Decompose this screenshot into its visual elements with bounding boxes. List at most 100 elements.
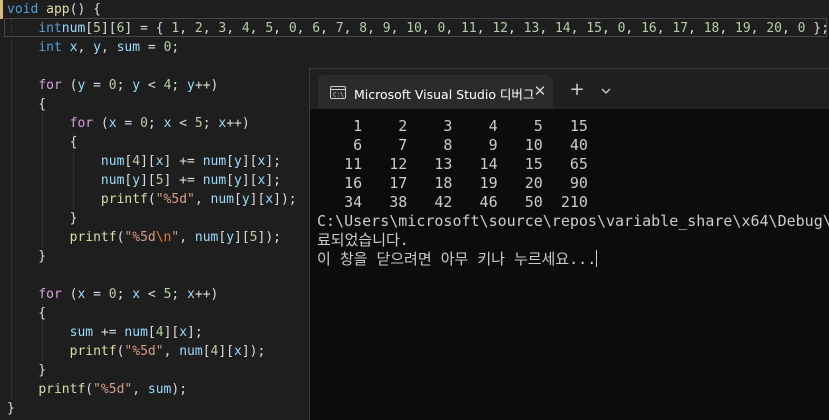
- code-token: num: [179, 344, 203, 359]
- code-token: 5: [93, 21, 101, 36]
- code-token: ] = {: [124, 21, 172, 36]
- code-token: 5: [265, 21, 274, 36]
- code-token: for: [69, 116, 94, 131]
- debug-console-window[interactable]: C:\ Microsoft Visual Studio 디버그 ✕ + 1 2 …: [309, 68, 829, 420]
- code-token: num: [100, 173, 125, 188]
- code-token: ][: [234, 230, 250, 245]
- code-line: for (x = 0; x < 5; x++): [7, 114, 250, 133]
- code-line: num[4][x] += num[y][x];: [7, 152, 281, 171]
- code-token: 17: [672, 21, 689, 36]
- code-token: ;: [171, 78, 188, 93]
- code-line: {: [7, 95, 46, 114]
- code-token: ][: [140, 154, 156, 169]
- code-token: ++): [194, 78, 219, 93]
- code-token: ] +=: [163, 154, 203, 169]
- code-token: () {: [69, 2, 101, 17]
- output-line: C:\Users\microsoft\source\repos\variable…: [317, 212, 829, 230]
- code-token: 11: [461, 21, 477, 36]
- code-token: <: [140, 287, 164, 302]
- code-line: sum += num[4][x];: [7, 323, 203, 342]
- code-token: y: [234, 154, 242, 169]
- code-token: [: [147, 325, 156, 340]
- code-token: 4: [132, 154, 141, 169]
- code-token: };: [805, 21, 829, 36]
- code-token: ,: [179, 21, 195, 36]
- code-token: (: [85, 382, 94, 397]
- code-line: printf("%5d", num[y][x]);: [7, 190, 297, 209]
- code-token: 18: [703, 21, 720, 36]
- code-line: printf("%5d", sum);: [7, 380, 187, 399]
- code-token: "%5d": [93, 382, 133, 397]
- code-token: num: [202, 154, 227, 169]
- terminal-output[interactable]: 1 2 3 4 5 15 6 7 8 9 10 40 11 12 13 14 1…: [317, 117, 829, 417]
- code-token: sum: [69, 325, 94, 340]
- code-line: }: [7, 361, 46, 380]
- text-cursor: [596, 250, 598, 267]
- new-tab-button[interactable]: +: [569, 81, 585, 99]
- code-token: for: [38, 78, 62, 93]
- chevron-down-icon[interactable]: [600, 85, 612, 97]
- code-line: for (x = 0; x < 5; x++): [7, 285, 218, 304]
- code-token: 15: [586, 21, 602, 36]
- code-token: ][: [241, 154, 258, 169]
- code-token: num: [202, 173, 227, 188]
- code-token: 0: [288, 21, 297, 36]
- code-token: 4: [155, 325, 164, 340]
- code-token: int: [38, 21, 62, 36]
- code-token: =: [140, 40, 164, 55]
- code-token: ,: [781, 21, 798, 36]
- code-token: ,: [320, 21, 336, 36]
- code-token: (: [147, 192, 156, 207]
- code-token: 7: [335, 21, 344, 36]
- code-token: {: [7, 97, 47, 112]
- code-token: x: [132, 287, 141, 302]
- code-token: 5: [194, 116, 203, 131]
- code-token: 4: [241, 21, 250, 36]
- code-token: 0: [108, 78, 117, 93]
- terminal-icon: C:\: [330, 86, 346, 99]
- code-token: ,: [421, 21, 438, 36]
- code-line: void app() {: [7, 0, 101, 19]
- code-token: ++): [194, 287, 219, 302]
- code-token: ;: [116, 287, 133, 302]
- code-token: app: [46, 2, 70, 17]
- code-token: y: [187, 78, 195, 93]
- code-token: 0: [140, 116, 148, 131]
- code-token: printf: [38, 382, 86, 397]
- code-line: num[y][5] += num[y][x];: [7, 171, 281, 190]
- code-token: ,: [100, 40, 117, 55]
- code-token: ]);: [273, 192, 297, 207]
- terminal-tab[interactable]: C:\ Microsoft Visual Studio 디버그 ✕: [318, 75, 553, 109]
- code-line: int x, y, sum = 0;: [7, 38, 179, 57]
- code-token: num: [194, 230, 219, 245]
- code-token: 6: [312, 21, 321, 36]
- code-token: 0: [108, 287, 117, 302]
- code-token: num: [124, 325, 148, 340]
- code-token: x: [155, 154, 164, 169]
- code-token: ,: [163, 344, 180, 359]
- code-token: x: [265, 192, 274, 207]
- code-line: printf("%5d\n", num[y][5]);: [7, 228, 281, 247]
- svg-text:C:\: C:\: [333, 92, 344, 99]
- code-token: ,: [179, 230, 195, 245]
- code-token: ,: [719, 21, 736, 36]
- code-token: ][: [249, 192, 266, 207]
- code-token: [: [226, 154, 234, 169]
- code-token: ,: [194, 192, 211, 207]
- code-token: ,: [390, 21, 407, 36]
- code-token: ,: [750, 21, 767, 36]
- code-token: 8: [359, 21, 368, 36]
- code-token: ,: [570, 21, 587, 36]
- code-token: ;: [202, 116, 219, 131]
- code-token: ,: [132, 382, 148, 397]
- close-icon[interactable]: ✕: [532, 83, 548, 99]
- code-token: ][: [241, 173, 258, 188]
